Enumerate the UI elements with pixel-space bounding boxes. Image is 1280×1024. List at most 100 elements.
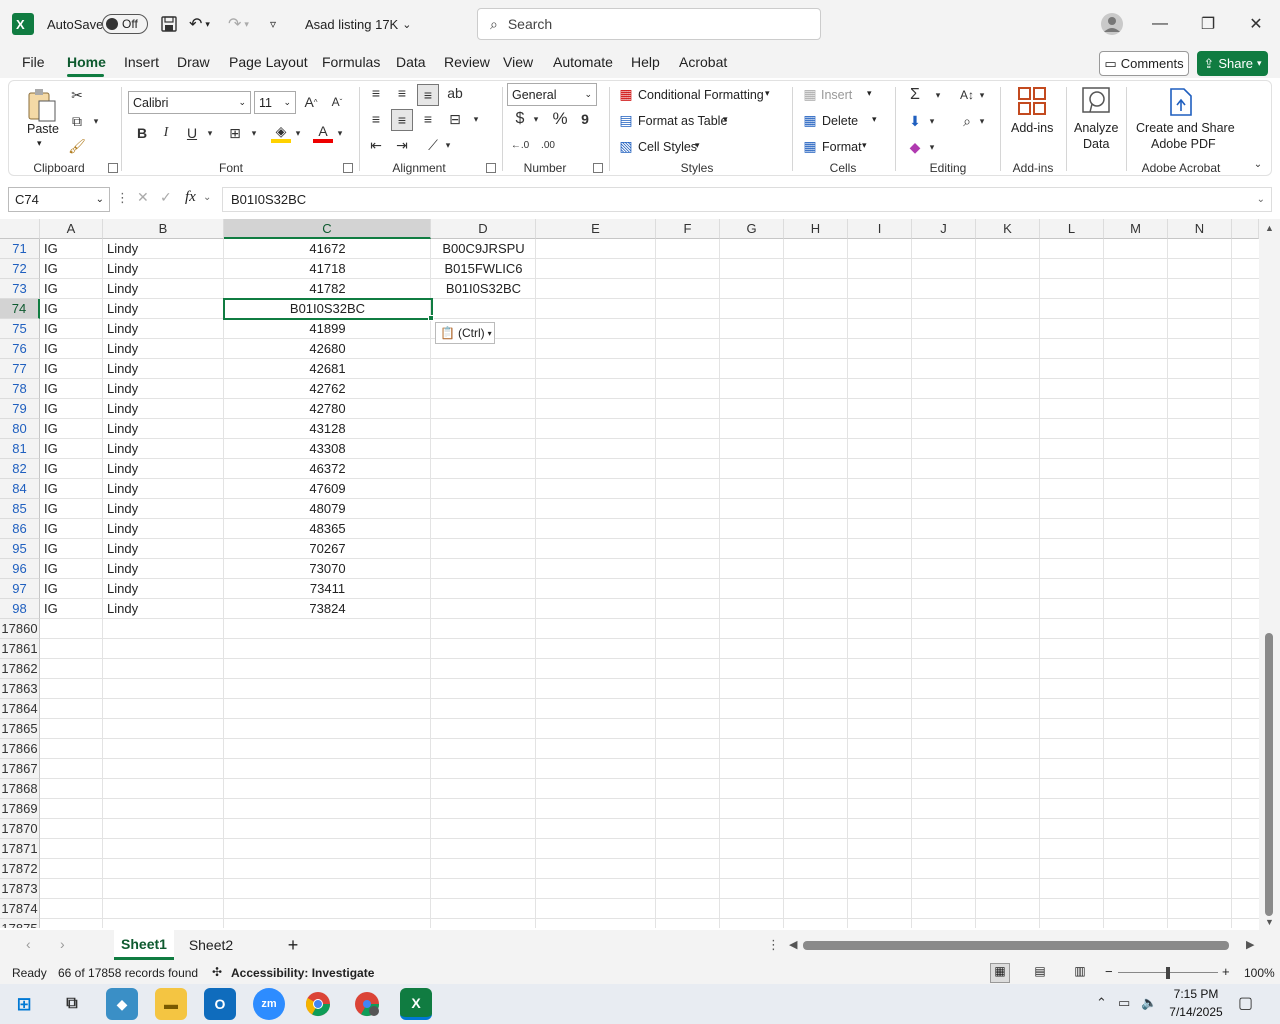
row-header-17866[interactable]: 17866 xyxy=(0,739,40,759)
menu-review[interactable]: Review xyxy=(444,54,490,70)
sort-filter-icon[interactable]: A↕ xyxy=(957,85,977,105)
row-header-17873[interactable]: 17873 xyxy=(0,879,40,899)
name-box[interactable]: C74 ⌄ xyxy=(8,187,110,212)
paste-label[interactable]: Paste xyxy=(27,122,59,136)
show-hidden-icons[interactable]: ⌃ xyxy=(1096,995,1107,1011)
cell-c81[interactable]: 43308 xyxy=(224,439,431,459)
cell-a76[interactable]: IG xyxy=(44,339,102,359)
cell-a75[interactable]: IG xyxy=(44,319,102,339)
align-right-icon[interactable]: ≡ xyxy=(419,109,437,129)
chevron-down-icon[interactable]: ▾ xyxy=(927,137,937,157)
file-explorer-icon[interactable]: ▬ xyxy=(155,988,187,1020)
row-header-98[interactable]: 98 xyxy=(0,599,40,619)
row-header-72[interactable]: 72 xyxy=(0,259,40,279)
chevron-down-icon[interactable]: ▾ xyxy=(977,111,987,131)
row-header-17872[interactable]: 17872 xyxy=(0,859,40,879)
undo-icon[interactable]: ↶ ▾ xyxy=(189,0,210,48)
dialog-launcher-icon[interactable] xyxy=(593,163,603,173)
cell-c76[interactable]: 42680 xyxy=(224,339,431,359)
copy-icon[interactable]: ⧉ xyxy=(67,111,87,131)
cell-b84[interactable]: Lindy xyxy=(107,479,222,499)
row-header-78[interactable]: 78 xyxy=(0,379,40,399)
delete-cells-button[interactable]: Delete xyxy=(822,114,858,128)
number-format-select[interactable]: General ⌄ xyxy=(507,83,597,106)
create-pdf-label-2[interactable]: Adobe PDF xyxy=(1151,137,1216,151)
scroll-up-icon[interactable]: ▲ xyxy=(1265,223,1274,233)
volume-icon[interactable]: 🔈 xyxy=(1141,995,1157,1011)
percent-button[interactable]: % xyxy=(550,109,570,129)
row-header-81[interactable]: 81 xyxy=(0,439,40,459)
column-header-k[interactable]: K xyxy=(976,219,1040,239)
row-header-82[interactable]: 82 xyxy=(0,459,40,479)
borders-icon[interactable]: ⊞ xyxy=(225,123,245,143)
chevron-down-icon[interactable]: ▾ xyxy=(872,114,877,125)
row-header-17860[interactable]: 17860 xyxy=(0,619,40,639)
normal-view-icon[interactable]: ▦ xyxy=(990,963,1010,983)
underline-button[interactable]: U xyxy=(183,123,201,143)
cell-b82[interactable]: Lindy xyxy=(107,459,222,479)
clear-icon[interactable]: ◆ xyxy=(906,137,924,157)
menu-help[interactable]: Help xyxy=(631,54,660,70)
add-sheet-button[interactable]: + xyxy=(280,930,306,960)
cell-c84[interactable]: 47609 xyxy=(224,479,431,499)
cell-c75[interactable]: 41899 xyxy=(224,319,431,339)
cell-styles-icon[interactable]: ▧ xyxy=(617,137,635,155)
chevron-down-icon[interactable]: ▾ xyxy=(933,85,943,105)
cell-d77[interactable] xyxy=(431,359,536,379)
cell-c72[interactable]: 41718 xyxy=(224,259,431,279)
zoom-out-icon[interactable]: − xyxy=(1105,964,1113,979)
search-input[interactable]: ⌕ Search xyxy=(477,8,821,40)
row-header-17875[interactable]: 17875 xyxy=(0,919,40,928)
dialog-launcher-icon[interactable] xyxy=(486,163,496,173)
insert-function-button[interactable]: fx xyxy=(185,189,196,206)
cell-d95[interactable] xyxy=(431,539,536,559)
cell-d78[interactable] xyxy=(431,379,536,399)
comments-button[interactable]: ▭ Comments xyxy=(1099,51,1189,76)
align-middle-icon[interactable]: ≡ xyxy=(393,83,411,103)
italic-button[interactable]: I xyxy=(157,123,175,143)
fill-color-icon[interactable]: ◈ xyxy=(271,123,291,143)
fill-down-icon[interactable]: ⬇ xyxy=(906,111,924,131)
font-name-select[interactable]: Calibri ⌄ xyxy=(128,91,251,114)
cell-c78[interactable]: 42762 xyxy=(224,379,431,399)
cell-d73[interactable]: B01I0S32BC xyxy=(431,279,536,299)
menu-automate[interactable]: Automate xyxy=(553,54,613,70)
cell-a74[interactable]: IG xyxy=(44,299,102,319)
cell-c71[interactable]: 41672 xyxy=(224,239,431,259)
cell-a97[interactable]: IG xyxy=(44,579,102,599)
cell-d86[interactable] xyxy=(431,519,536,539)
cell-a98[interactable]: IG xyxy=(44,599,102,619)
format-painter-icon[interactable]: 🖌 xyxy=(67,136,87,156)
cell-b81[interactable]: Lindy xyxy=(107,439,222,459)
paste-options-button[interactable]: 📋 (Ctrl) ▾ xyxy=(435,322,495,344)
cell-a81[interactable]: IG xyxy=(44,439,102,459)
row-header-17868[interactable]: 17868 xyxy=(0,779,40,799)
chrome-profile-icon[interactable] xyxy=(351,988,383,1020)
column-header-n[interactable]: N xyxy=(1168,219,1232,239)
network-icon[interactable]: ▭ xyxy=(1118,995,1130,1011)
column-header-f[interactable]: F xyxy=(656,219,720,239)
cell-c79[interactable]: 42780 xyxy=(224,399,431,419)
column-header-c[interactable]: C xyxy=(224,219,431,239)
cancel-icon[interactable]: ✕ xyxy=(137,189,149,206)
scroll-left-icon[interactable]: ◀ xyxy=(789,938,797,951)
chevron-down-icon[interactable]: ▾ xyxy=(723,114,728,125)
bold-button[interactable]: B xyxy=(133,123,151,143)
cell-b71[interactable]: Lindy xyxy=(107,239,222,259)
chevron-down-icon[interactable]: ▾ xyxy=(335,123,345,143)
row-header-85[interactable]: 85 xyxy=(0,499,40,519)
cell-c80[interactable]: 43128 xyxy=(224,419,431,439)
cell-a85[interactable]: IG xyxy=(44,499,102,519)
save-icon[interactable] xyxy=(160,0,178,48)
row-header-17871[interactable]: 17871 xyxy=(0,839,40,859)
row-header-73[interactable]: 73 xyxy=(0,279,40,299)
notifications-icon[interactable]: ▢ xyxy=(1238,993,1253,1013)
cell-b78[interactable]: Lindy xyxy=(107,379,222,399)
cell-a84[interactable]: IG xyxy=(44,479,102,499)
row-header-17865[interactable]: 17865 xyxy=(0,719,40,739)
decrease-font-icon[interactable]: Aˇ xyxy=(327,91,347,113)
sheet-tab-sheet1[interactable]: Sheet1 xyxy=(114,930,174,960)
increase-font-icon[interactable]: A ^ xyxy=(301,91,321,113)
menu-formulas[interactable]: Formulas xyxy=(322,54,380,70)
row-header-74[interactable]: 74 xyxy=(0,299,40,319)
